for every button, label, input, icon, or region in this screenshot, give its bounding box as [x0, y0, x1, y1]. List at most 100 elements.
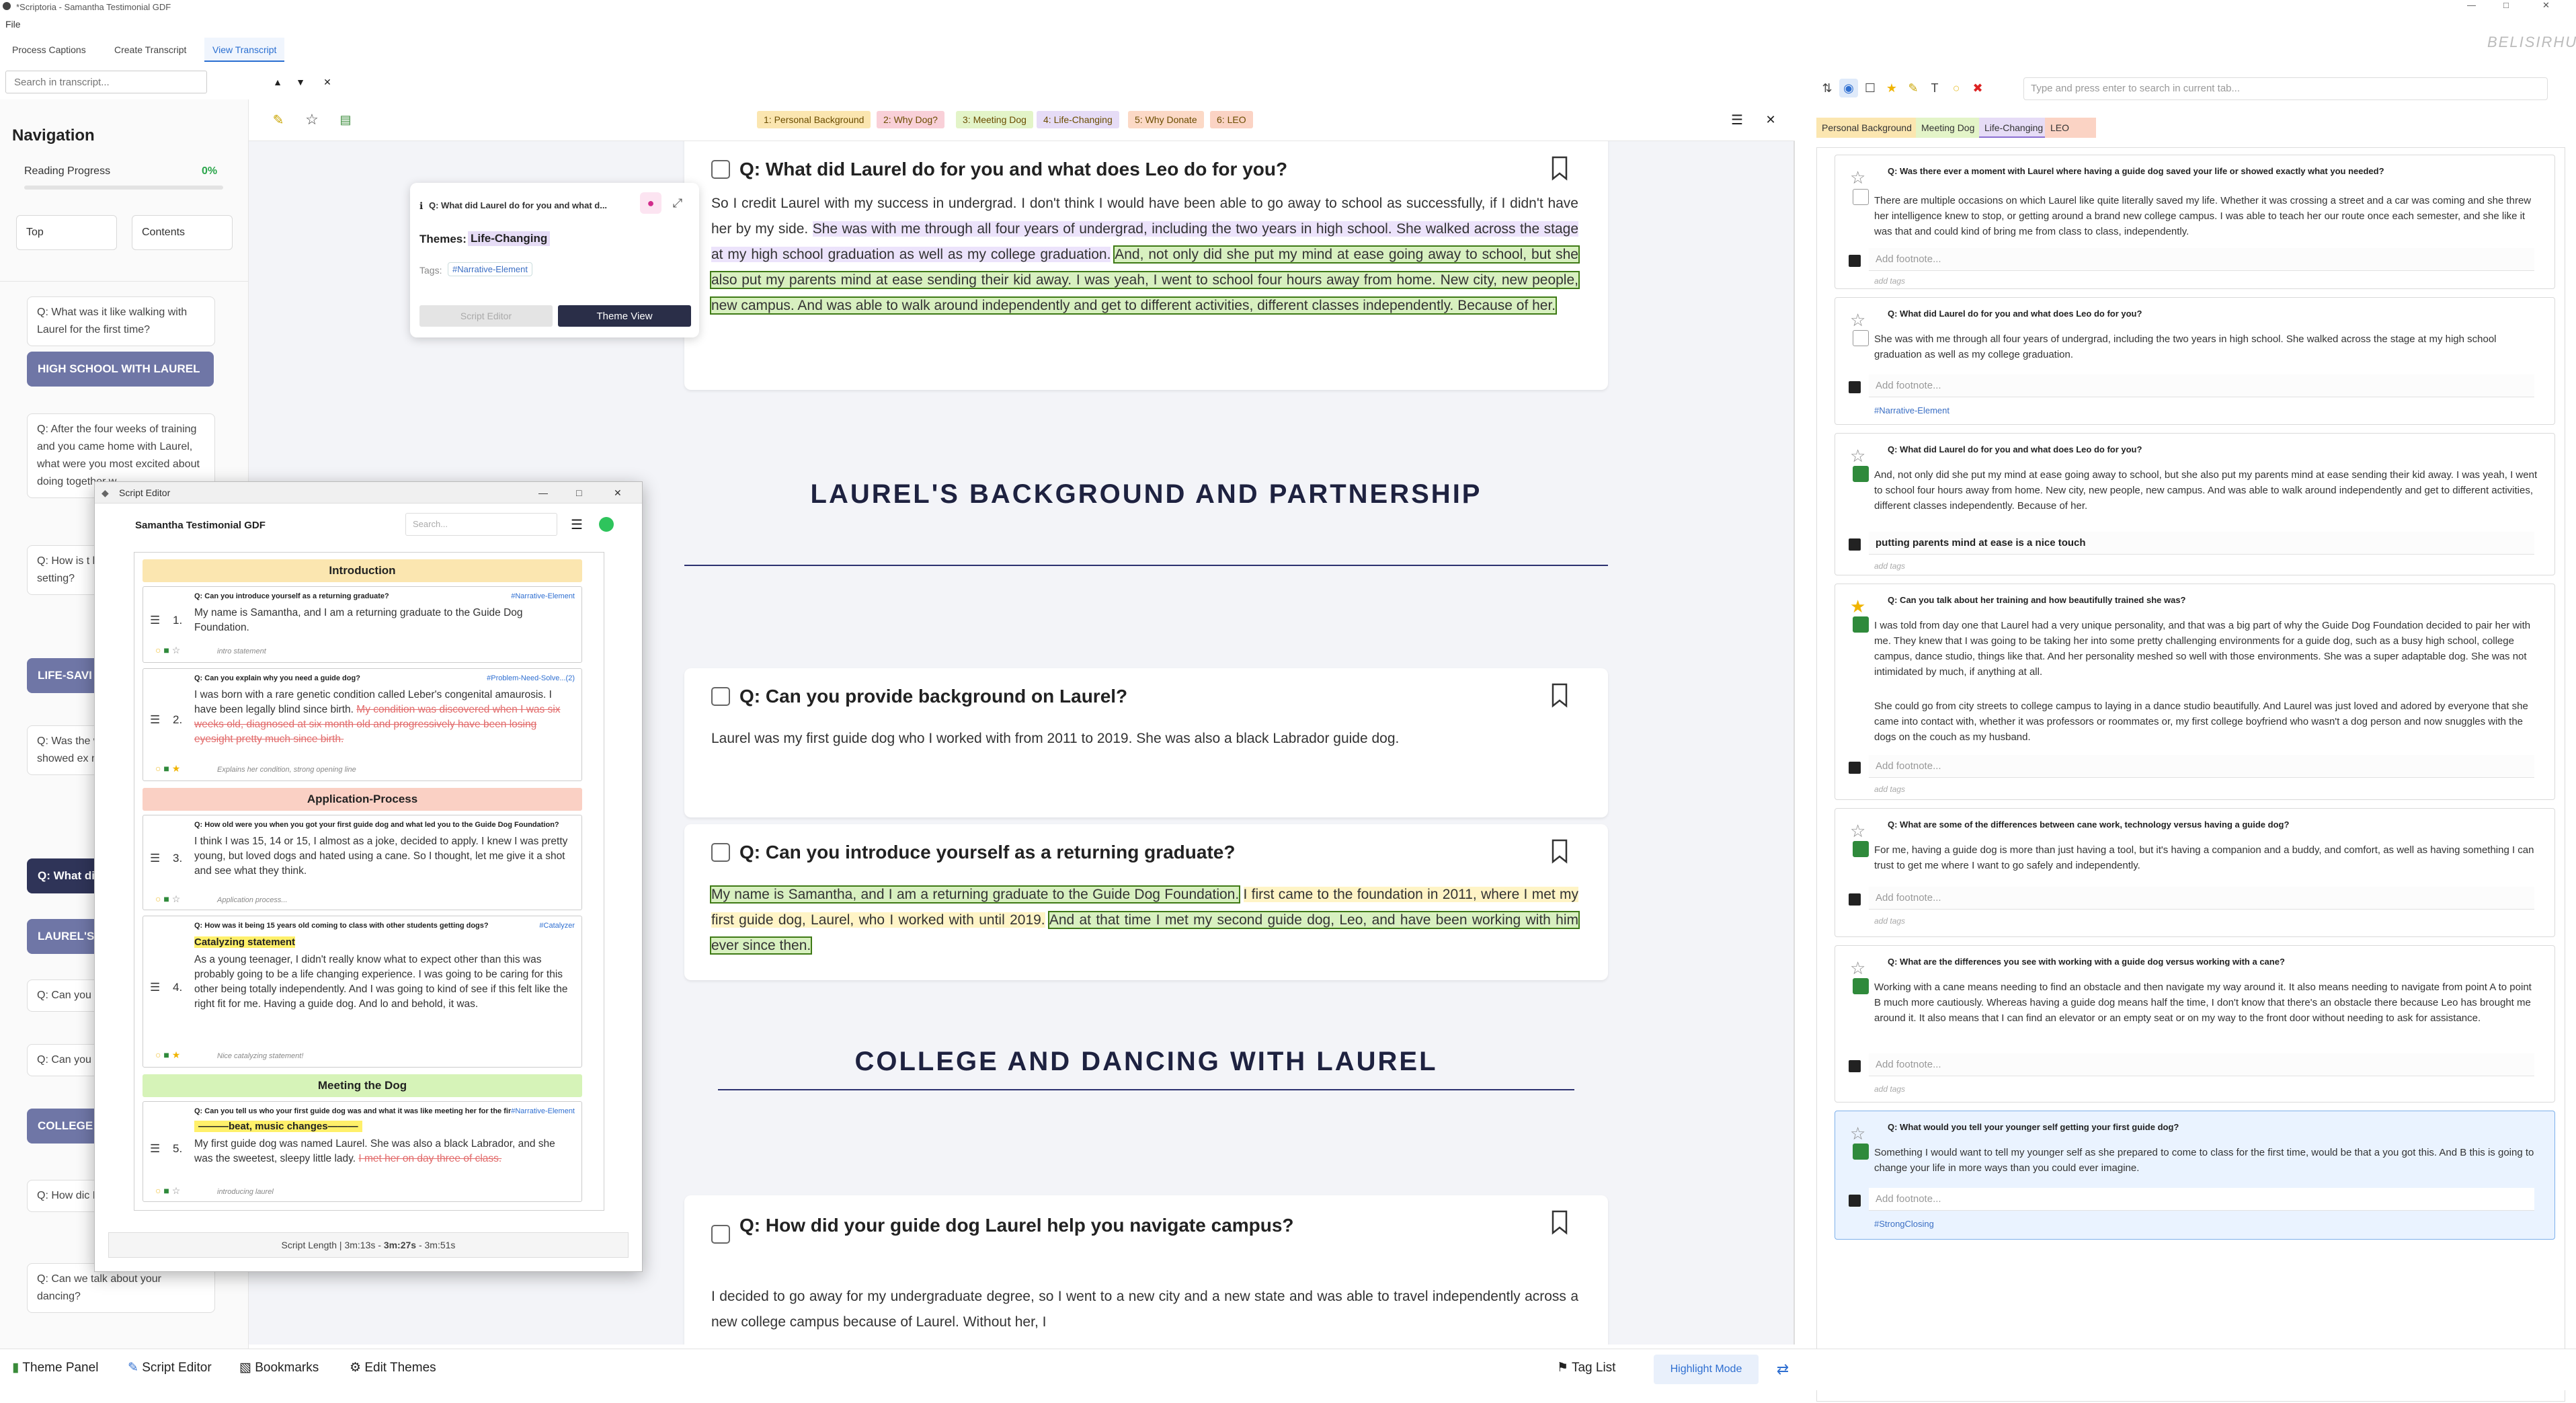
close-icon[interactable]: ✕ — [614, 482, 622, 504]
panel-card-tag[interactable]: #Narrative-Element — [1874, 405, 1949, 415]
tab-process-captions[interactable]: Process Captions — [4, 38, 94, 62]
script-item-text[interactable]: My name is Samantha, and I am a returnin… — [194, 606, 571, 635]
footnote-input[interactable]: Add footnote... — [1869, 1188, 2534, 1211]
maximize-icon[interactable]: □ — [576, 482, 581, 504]
card-checkbox[interactable] — [1853, 841, 1869, 857]
theme-chip-leo[interactable]: 6: LEO — [1210, 111, 1253, 128]
script-item-note[interactable]: Nice catalyzing statement! — [217, 1052, 303, 1060]
script-editor-titlebar[interactable]: ◆ Script Editor — □ ✕ — [95, 482, 642, 504]
color-picker-icon[interactable]: ● — [640, 192, 661, 214]
nav-item[interactable]: Q: What was it like walking with Laurel … — [27, 296, 215, 346]
search-next-icon[interactable]: ▼ — [292, 73, 309, 91]
theme-chip-why-donate[interactable]: 5: Why Donate — [1128, 111, 1204, 128]
script-item-text[interactable]: I think I was 15, 14 or 15, I almost as … — [194, 834, 571, 879]
expand-icon[interactable]: ⤢ — [668, 194, 687, 212]
script-search-input[interactable]: Search... — [405, 513, 557, 536]
script-item-text[interactable]: As a young teenager, I didn't really kno… — [194, 953, 571, 1012]
circle-filter-icon[interactable]: ○ — [1947, 79, 1966, 97]
highlighter-icon[interactable]: ✎ — [269, 110, 288, 129]
add-tags-link[interactable]: add tags — [1874, 561, 1905, 571]
script-item-text[interactable]: I was born with a rare genetic condition… — [194, 688, 571, 747]
script-item-tag[interactable]: #Problem-Need-Solve...(2) — [487, 674, 575, 682]
question-checkbox[interactable] — [711, 843, 730, 862]
highlighter-filter-icon[interactable]: ✎ — [1904, 79, 1923, 97]
question-checkbox[interactable] — [711, 160, 730, 179]
minimize-icon[interactable]: — — [2467, 0, 2476, 10]
answer-text[interactable]: Laurel was my first guide dog who I work… — [711, 726, 1578, 752]
theme-chip-life-changing[interactable]: 4: Life-Changing — [1037, 111, 1119, 128]
nav-top-button[interactable]: Top — [16, 215, 117, 250]
star-icon[interactable]: ☆ — [1850, 167, 1865, 188]
bookmarks-button[interactable]: ▧ Bookmarks — [239, 1360, 319, 1375]
star-icon[interactable]: ☆ — [1850, 446, 1865, 467]
sort-icon[interactable]: ⇅ — [1818, 79, 1837, 97]
footnote-input[interactable]: Add footnote... — [1869, 1053, 2534, 1076]
panel-tab-life-changing[interactable]: Life-Changing — [1979, 118, 2049, 138]
star-filter-icon[interactable]: ★ — [1882, 79, 1901, 97]
search-clear-icon[interactable]: ✕ — [319, 73, 336, 91]
card-checkbox[interactable] — [1853, 466, 1869, 482]
script-item[interactable]: ☰ 2. Q: Can you explain why you need a g… — [143, 668, 582, 781]
question-checkbox[interactable] — [711, 1225, 730, 1244]
script-item[interactable]: ☰ 5. Q: Can you tell us who your first g… — [143, 1101, 582, 1202]
script-item-highlight[interactable]: ———beat, music changes——— — [194, 1121, 362, 1132]
checkbox-filter-icon[interactable]: ☐ — [1861, 79, 1880, 97]
text-icon[interactable]: T — [1925, 79, 1944, 97]
script-item-note[interactable]: Explains her condition, strong opening l… — [217, 766, 356, 774]
close-window-icon[interactable]: ✕ — [2542, 0, 2550, 11]
card-checkbox[interactable] — [1853, 330, 1869, 346]
item-status-icons[interactable]: ○ ■ ☆ — [155, 1185, 180, 1197]
footnote-input[interactable]: Add footnote... — [1869, 374, 2534, 397]
script-item-text[interactable]: My first guide dog was named Laurel. She… — [194, 1137, 571, 1166]
drag-handle-icon[interactable]: ☰ — [150, 614, 160, 627]
tab-create-transcript[interactable]: Create Transcript — [106, 38, 194, 62]
tab-view-transcript[interactable]: View Transcript — [204, 38, 285, 62]
item-status-icons[interactable]: ○ ■ ★ — [155, 763, 180, 774]
star-icon[interactable]: ☆ — [1850, 958, 1865, 979]
drag-handle-icon[interactable]: ☰ — [150, 852, 160, 865]
theme-chip-why-dog[interactable]: 2: Why Dog? — [877, 111, 944, 128]
chart-icon[interactable]: ▤ — [336, 110, 355, 129]
footnote-input[interactable]: Add footnote... — [1869, 887, 2534, 910]
add-tags-link[interactable]: add tags — [1874, 276, 1905, 286]
script-editor-toggle[interactable]: ✎ Script Editor — [128, 1360, 212, 1375]
footnote-input[interactable]: putting parents mind at ease is a nice t… — [1869, 532, 2534, 555]
star-icon[interactable]: ☆ — [303, 110, 321, 129]
menu-icon[interactable]: ☰ — [567, 514, 587, 534]
edit-themes-button[interactable]: ⚙ Edit Themes — [350, 1360, 436, 1375]
menu-file[interactable]: File — [5, 19, 21, 30]
star-icon[interactable]: ☆ — [1850, 310, 1865, 331]
card-checkbox[interactable] — [1853, 978, 1869, 994]
main-scrollbar[interactable] — [1794, 141, 1795, 1345]
script-item-note[interactable]: intro statement — [217, 647, 266, 655]
bookmark-icon[interactable] — [1550, 1210, 1569, 1236]
bookmark-icon[interactable] — [1550, 156, 1569, 182]
script-item-tag[interactable]: #Catalyzer — [539, 922, 575, 930]
panel-card-tag[interactable]: #StrongClosing — [1874, 1219, 1934, 1229]
close-icon[interactable]: ✕ — [1761, 110, 1780, 129]
tag-pill[interactable]: #Narrative-Element — [448, 262, 532, 276]
clear-filter-icon[interactable]: ✖ — [1968, 79, 1987, 97]
tag-list-button[interactable]: ⚑ Tag List — [1557, 1360, 1615, 1375]
minimize-icon[interactable]: — — [538, 482, 548, 504]
question-checkbox[interactable] — [711, 687, 730, 706]
answer-text[interactable]: I decided to go away for my undergraduat… — [711, 1284, 1578, 1335]
highlight-mode-button[interactable]: Highlight Mode — [1654, 1355, 1759, 1384]
bookmark-icon[interactable] — [1550, 839, 1569, 865]
theme-view-button[interactable]: Theme View — [558, 305, 691, 327]
item-status-icons[interactable]: ○ ■ ★ — [155, 1049, 180, 1061]
answer-text[interactable]: My name is Samantha, and I am a returnin… — [709, 882, 1580, 959]
panel-tab-personal-background[interactable]: Personal Background — [1816, 118, 1917, 138]
answer-text[interactable]: So I credit Laurel with my success in un… — [710, 191, 1580, 319]
script-item-tag[interactable]: #Narrative-Element — [511, 592, 575, 600]
drag-handle-icon[interactable]: ☰ — [150, 713, 160, 727]
panel-search-input[interactable]: Type and press enter to search in curren… — [2023, 77, 2548, 100]
maximize-icon[interactable]: □ — [2503, 0, 2509, 10]
star-filled-icon[interactable]: ★ — [1850, 596, 1865, 617]
script-item[interactable]: ☰ 1. Q: Can you introduce yourself as a … — [143, 586, 582, 663]
search-prev-icon[interactable]: ▲ — [269, 73, 286, 91]
nav-section[interactable]: HIGH SCHOOL WITH LAUREL — [27, 352, 214, 387]
card-checkbox[interactable] — [1853, 616, 1869, 633]
menu-icon[interactable]: ☰ — [1728, 110, 1746, 129]
item-status-icons[interactable]: ○ ■ ☆ — [155, 645, 180, 656]
